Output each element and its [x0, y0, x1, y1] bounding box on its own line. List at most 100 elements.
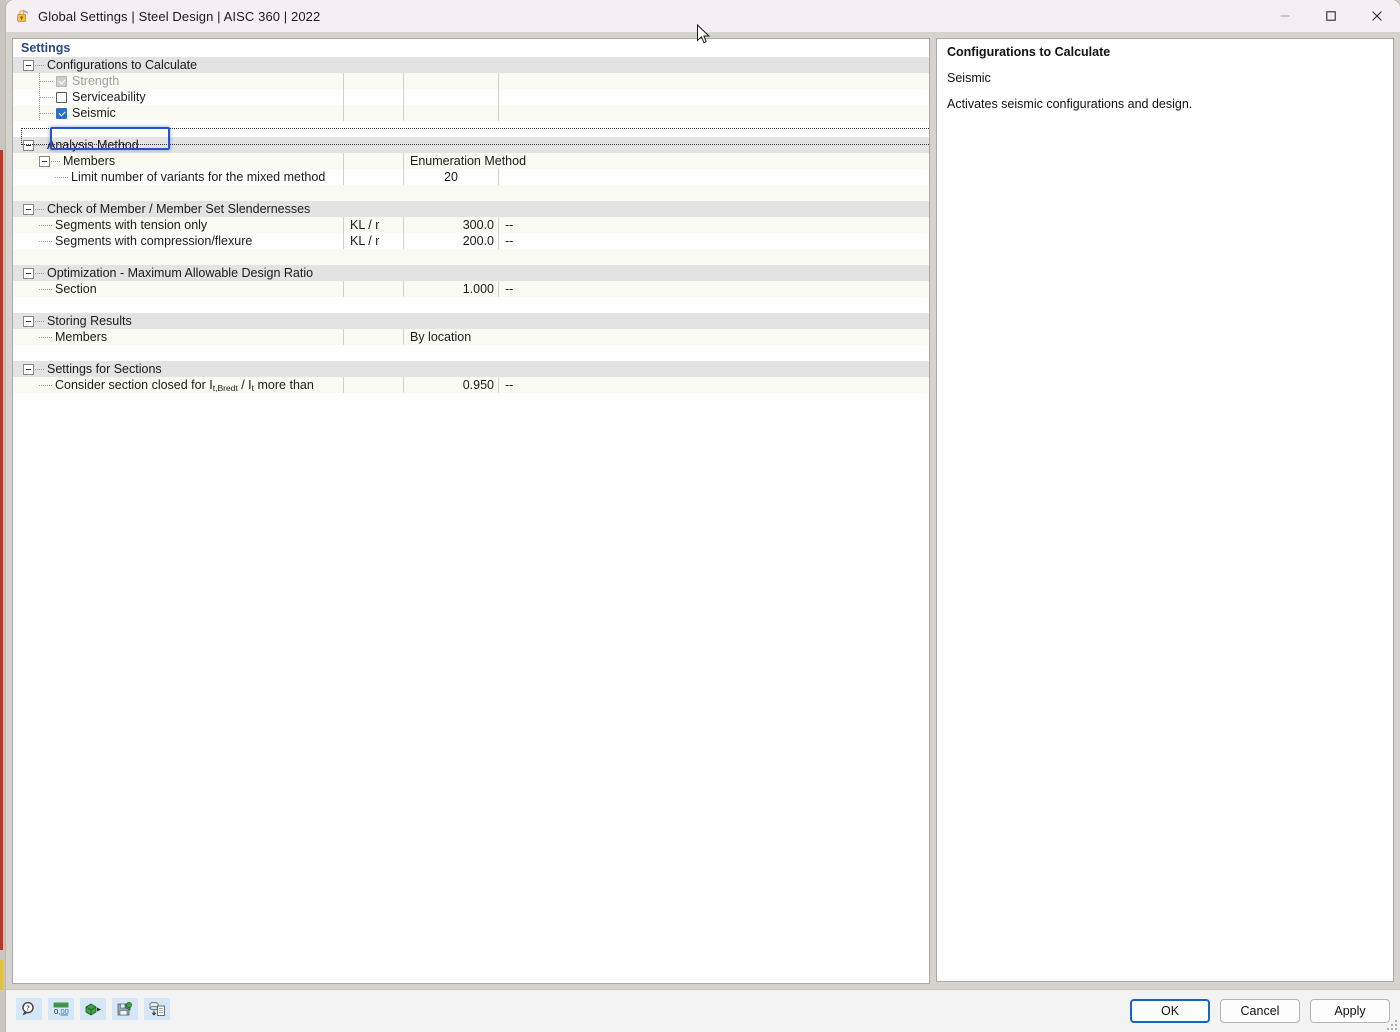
tree-group-header[interactable]: Configurations to Calculate: [13, 57, 929, 73]
symbol-cell: [343, 105, 403, 121]
row-label: Strength: [72, 74, 119, 88]
group-unit-cell: [498, 57, 929, 73]
row-spacer: [13, 345, 929, 361]
row-label: Limit number of variants for the mixed m…: [71, 170, 325, 184]
ok-button[interactable]: OK: [1130, 999, 1210, 1023]
value-cell[interactable]: 300.0: [403, 217, 498, 233]
group-label: Optimization - Maximum Allowable Design …: [47, 266, 313, 280]
tree-connector: [39, 225, 53, 226]
description-panel: Configurations to Calculate Seismic Acti…: [936, 38, 1394, 982]
group-unit-cell: [498, 137, 929, 153]
row-spacer: [13, 297, 929, 313]
lock-settings-icon: [14, 8, 30, 24]
unit-cell: [498, 89, 929, 105]
tree-connector: [55, 177, 69, 178]
group-symbol-cell: [343, 313, 403, 329]
table-row[interactable]: Segments with tension only KL / r 300.0 …: [13, 217, 929, 233]
value-cell[interactable]: 20: [403, 169, 498, 185]
close-icon[interactable]: [1354, 0, 1400, 32]
value-cell[interactable]: 1.000: [403, 281, 498, 297]
row-label: Segments with compression/flexure: [55, 234, 252, 248]
cancel-button[interactable]: Cancel: [1220, 999, 1300, 1023]
description-text: Activates seismic configurations and des…: [947, 97, 1383, 111]
symbol-cell: KL / r: [343, 217, 403, 233]
copy-data-icon[interactable]: [144, 998, 170, 1020]
apply-button[interactable]: Apply: [1310, 999, 1390, 1023]
group-symbol-cell: [343, 57, 403, 73]
group-value-cell: [403, 313, 498, 329]
tree-connector: [51, 161, 61, 162]
unit-cell: [498, 73, 929, 89]
collapse-icon[interactable]: [39, 156, 50, 167]
group-unit-cell: [498, 361, 929, 377]
value-cell[interactable]: 200.0: [403, 233, 498, 249]
group-label: Check of Member / Member Set Slenderness…: [47, 202, 310, 216]
group-value-cell: [403, 137, 498, 153]
collapse-icon[interactable]: [23, 204, 34, 215]
value-cell[interactable]: 0.950: [403, 377, 498, 393]
table-row[interactable]: Section 1.000 --: [13, 281, 929, 297]
save-config-icon[interactable]: [112, 998, 138, 1020]
tree-group-header[interactable]: Settings for Sections: [13, 361, 929, 377]
checkbox-seismic[interactable]: [56, 108, 67, 119]
row-spacer: [13, 185, 929, 201]
settings-tree-panel[interactable]: Settings Configurations to Calculate: [12, 38, 930, 984]
tree-group-header[interactable]: Check of Member / Member Set Slenderness…: [13, 201, 929, 217]
collapse-icon[interactable]: [23, 268, 34, 279]
symbol-cell: [343, 329, 403, 345]
table-row[interactable]: Consider section closed for It,Bredt / I…: [13, 377, 929, 393]
unit-cell: [498, 169, 929, 185]
group-value-cell: [403, 361, 498, 377]
value-cell[interactable]: By location: [403, 329, 929, 345]
dialog-buttons: OK Cancel Apply: [1130, 999, 1390, 1023]
group-value-cell: [403, 201, 498, 217]
row-label: Serviceability: [72, 90, 146, 104]
row-label: Members: [55, 330, 107, 344]
group-symbol-cell: [343, 361, 403, 377]
dialog-client-area: Settings Configurations to Calculate: [6, 32, 1400, 1032]
value-cell: [403, 89, 498, 105]
tree-group-header[interactable]: Storing Results: [13, 313, 929, 329]
row-label: Section: [55, 282, 97, 296]
collapse-icon[interactable]: [23, 140, 34, 151]
table-row[interactable]: Serviceability: [13, 89, 929, 105]
symbol-cell: [343, 73, 403, 89]
tree-connector: [35, 209, 45, 210]
tree-connector: [40, 81, 54, 82]
tree-group-header[interactable]: Optimization - Maximum Allowable Design …: [13, 265, 929, 281]
checkbox-serviceability[interactable]: [56, 92, 67, 103]
symbol-cell: [343, 169, 403, 185]
group-unit-cell: [498, 313, 929, 329]
background-accent-yellow: [0, 960, 3, 990]
svg-text:?: ?: [26, 1005, 30, 1013]
value-cell[interactable]: Enumeration Method: [403, 153, 929, 169]
group-value-cell: [403, 57, 498, 73]
tree-connector: [40, 97, 54, 98]
maximize-icon[interactable]: [1308, 0, 1354, 32]
symbol-cell: KL / r: [343, 233, 403, 249]
units-icon[interactable]: 0, 00: [48, 998, 74, 1020]
minimize-icon[interactable]: [1262, 0, 1308, 32]
table-row[interactable]: Strength: [13, 73, 929, 89]
help-icon[interactable]: ?: [16, 998, 42, 1020]
tree-group-header[interactable]: Analysis Method: [13, 137, 929, 153]
collapse-icon[interactable]: [23, 316, 34, 327]
table-row[interactable]: Members By location: [13, 329, 929, 345]
collapse-icon[interactable]: [23, 60, 34, 71]
row-spacer: [13, 121, 929, 137]
table-row[interactable]: Members Enumeration Method: [13, 153, 929, 169]
tree-header: Settings: [13, 39, 929, 57]
tree-connector: [35, 65, 45, 66]
import-icon[interactable]: [80, 998, 106, 1020]
unit-cell: --: [498, 233, 929, 249]
resize-grip[interactable]: [1385, 1018, 1397, 1030]
table-row[interactable]: Segments with compression/flexure KL / r…: [13, 233, 929, 249]
row-label: Seismic: [72, 106, 116, 120]
tree-connector: [35, 145, 45, 146]
unit-cell: --: [498, 281, 929, 297]
table-row[interactable]: Limit number of variants for the mixed m…: [13, 169, 929, 185]
group-value-cell: [403, 265, 498, 281]
collapse-icon[interactable]: [23, 364, 34, 375]
table-row[interactable]: Seismic: [13, 105, 929, 121]
row-label: Members: [63, 154, 115, 168]
